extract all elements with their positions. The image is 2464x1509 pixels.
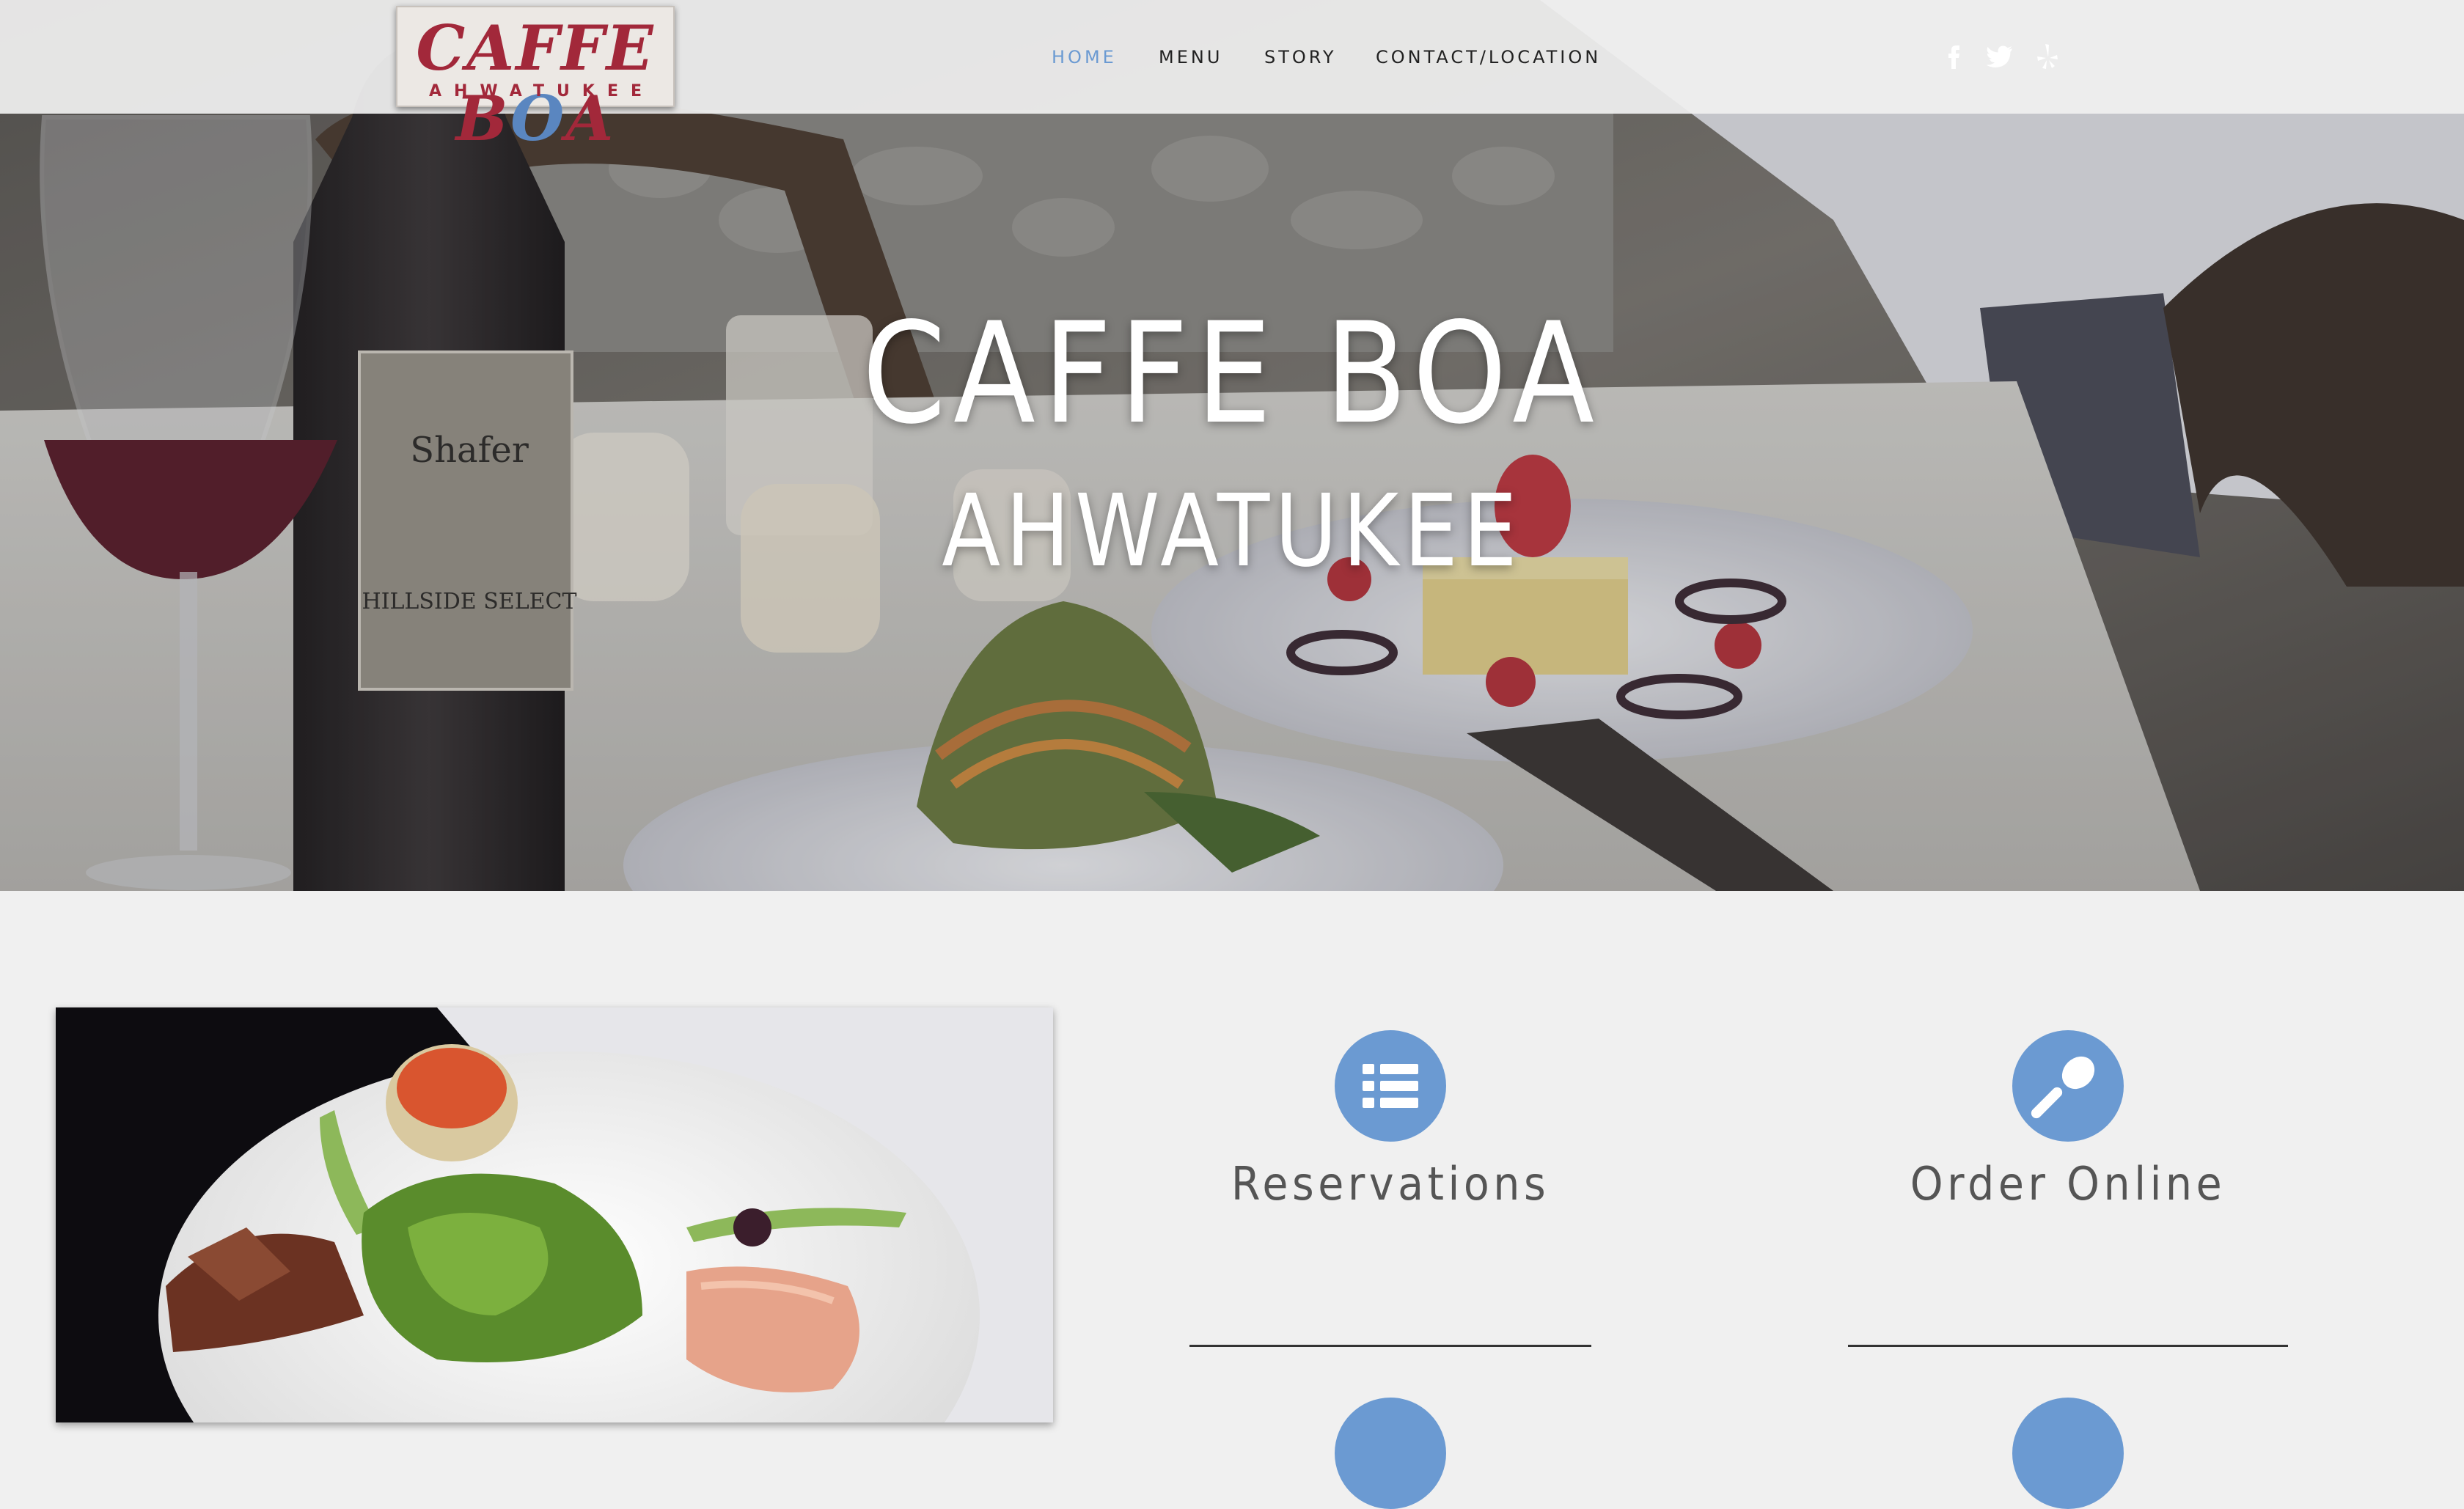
nav-story[interactable]: STORY xyxy=(1264,43,1337,72)
yelp-link[interactable] xyxy=(2028,38,2065,75)
feature-order-online: Order Online xyxy=(1811,1030,2325,1211)
nav-menu[interactable]: MENU xyxy=(1159,43,1222,72)
feature-circle-next-2[interactable] xyxy=(2012,1398,2124,1509)
reservations-label[interactable]: Reservations xyxy=(1154,1155,1627,1214)
order-online-button[interactable] xyxy=(2012,1030,2124,1142)
hero-section: Shafer HILLSIDE SELECT CAFFE BOA AHWATUK… xyxy=(0,0,2464,891)
spoon-icon xyxy=(2031,1056,2095,1119)
top-navbar: CAFFE BOA AHWATUKEE HOME MENU STORY CONT… xyxy=(0,0,2464,154)
reservations-divider xyxy=(1189,1345,1591,1347)
order-online-label[interactable]: Order Online xyxy=(1832,1155,2304,1214)
food-photo xyxy=(56,1007,1053,1422)
order-online-divider xyxy=(1848,1345,2288,1347)
hero-title: CAFFE BOA xyxy=(862,293,1602,455)
nav-contact-location[interactable]: CONTACT/LOCATION xyxy=(1376,43,1601,72)
hero-subtitle: AHWATUKEE xyxy=(942,474,1522,590)
facebook-icon xyxy=(1948,45,1959,69)
list-icon xyxy=(1363,1064,1418,1108)
twitter-icon xyxy=(1986,45,2012,67)
facebook-link[interactable] xyxy=(1936,38,1973,75)
nav-home[interactable]: HOME xyxy=(1052,43,1117,72)
yelp-icon xyxy=(2037,44,2058,69)
feature-reservations: Reservations xyxy=(1134,1030,1647,1211)
twitter-link[interactable] xyxy=(1981,38,2018,75)
logo[interactable]: CAFFE BOA AHWATUKEE xyxy=(396,6,675,154)
logo-subtitle: AHWATUKEE xyxy=(428,82,654,100)
reservations-button[interactable] xyxy=(1335,1030,1446,1142)
feature-circle-next-1[interactable] xyxy=(1335,1398,1446,1509)
